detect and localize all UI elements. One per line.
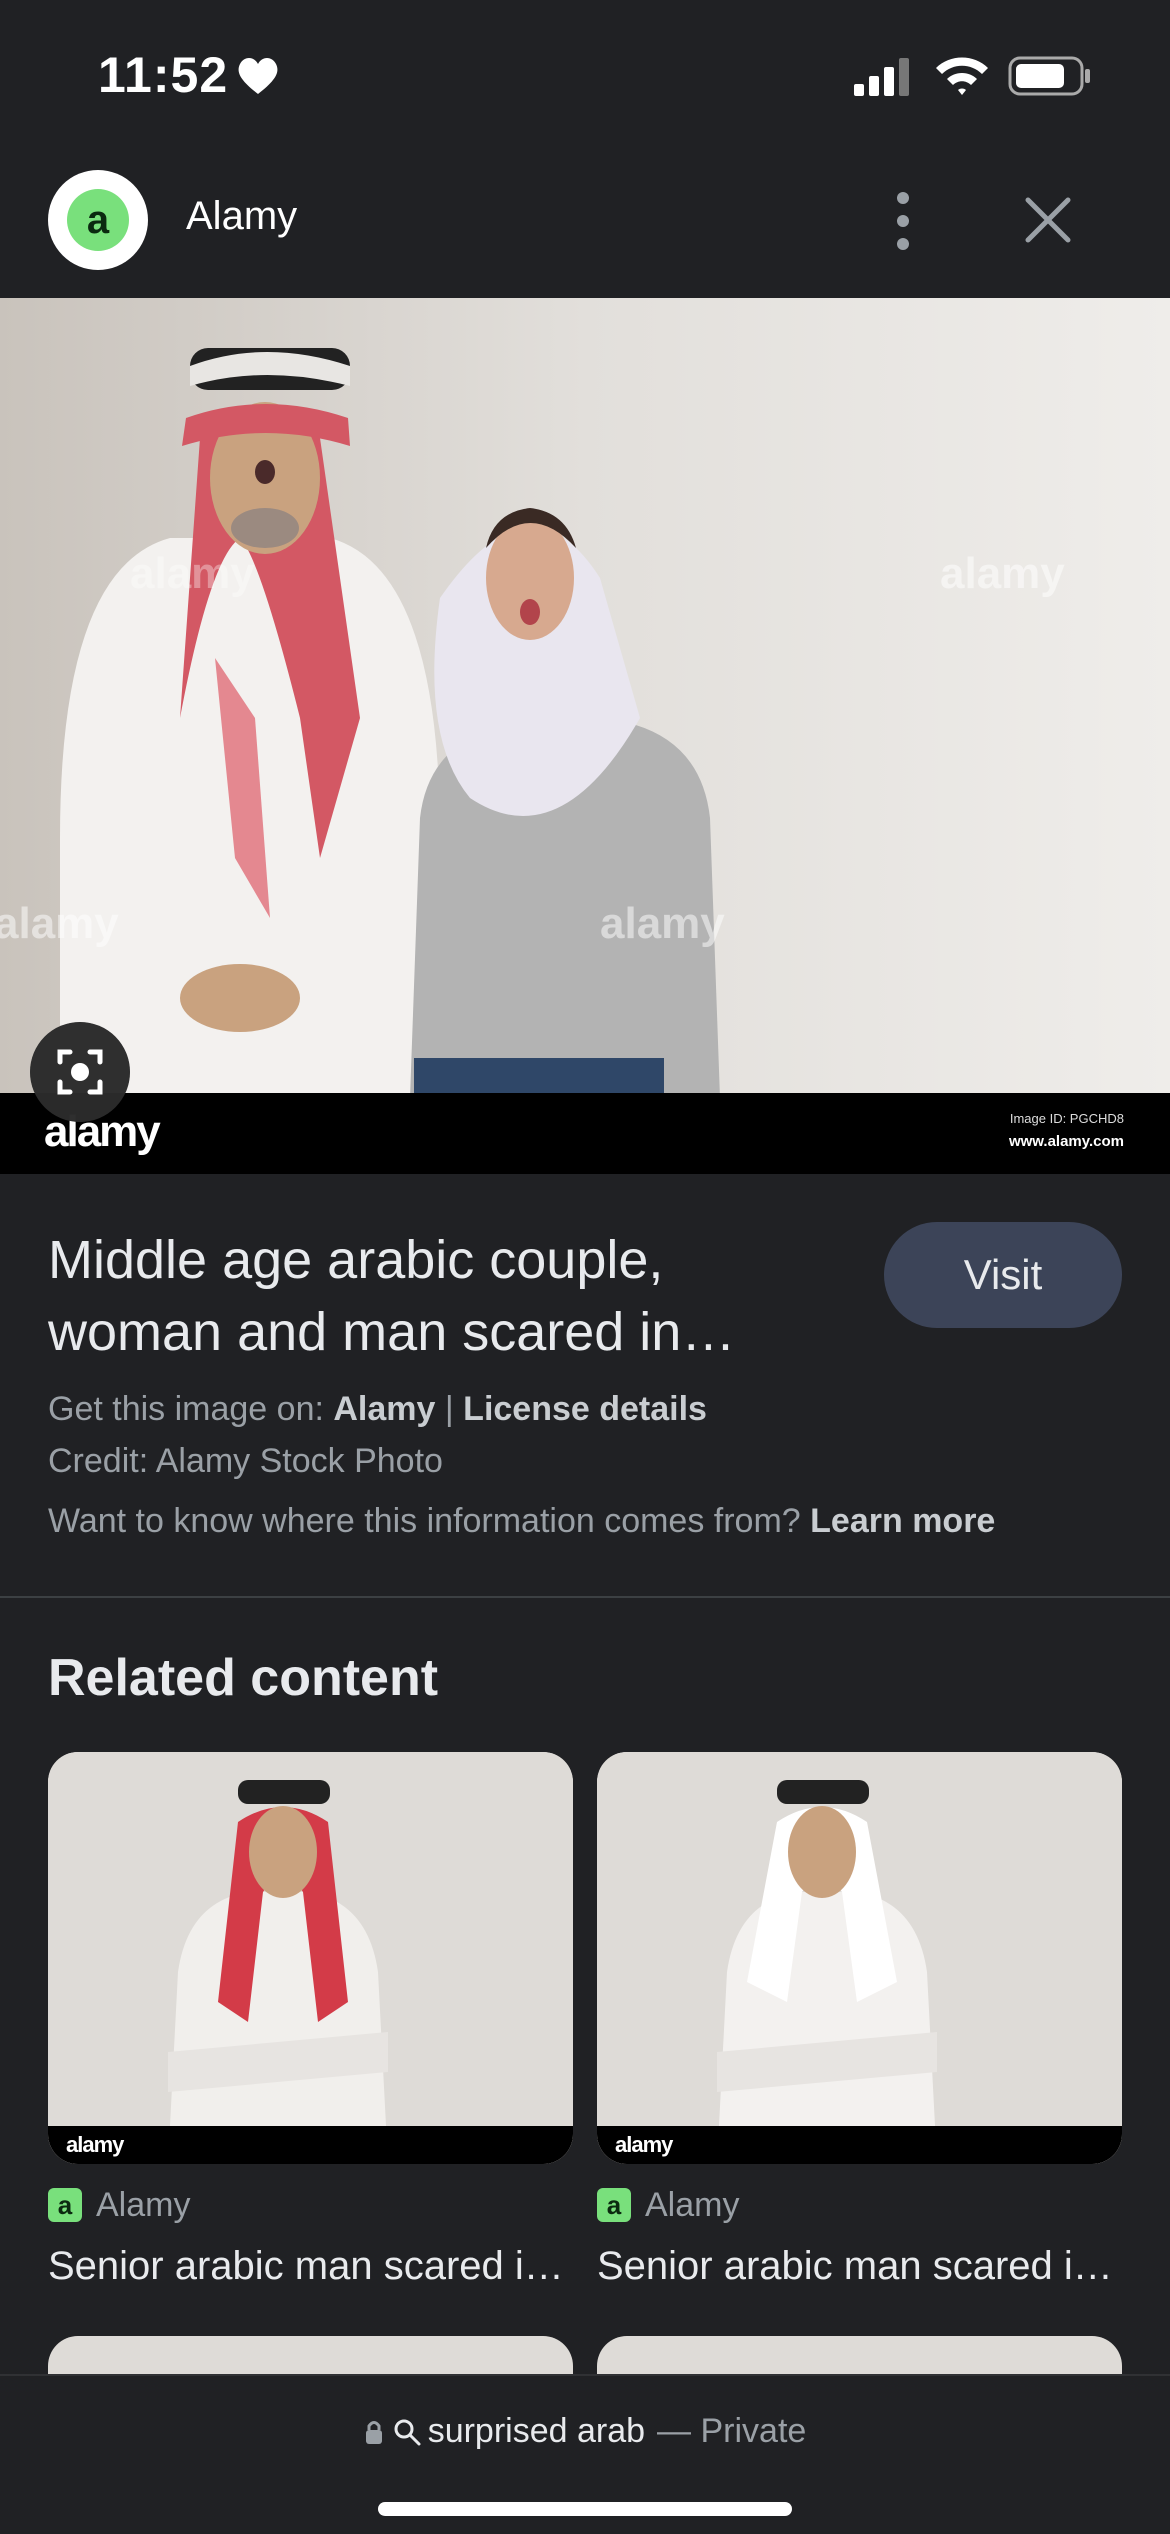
source-prefix: Get this image on: <box>48 1390 334 1428</box>
battery-icon <box>1008 56 1090 96</box>
private-mode-label: — Private <box>657 2412 807 2450</box>
search-icon <box>394 2419 421 2445</box>
alamy-favicon-icon: a <box>48 2188 82 2222</box>
cellular-signal-icon <box>854 58 909 96</box>
thumbnail-watermark-bar: alamy <box>597 2126 1122 2164</box>
credit-line: Credit: Alamy Stock Photo <box>48 1442 443 1480</box>
related-content-heading: Related content <box>48 1649 439 1707</box>
lock-icon <box>365 2420 382 2444</box>
viewer-header: a Alamy <box>0 150 1170 298</box>
browser-url-bar[interactable]: surprised arab — Private <box>0 2374 1170 2534</box>
related-thumbnail[interactable]: alamy <box>48 1752 573 2164</box>
svg-text:alamy: alamy <box>130 549 255 598</box>
search-query: surprised arab <box>427 2412 646 2450</box>
home-indicator[interactable] <box>378 2502 792 2516</box>
source-separator: | <box>435 1390 464 1428</box>
related-photo <box>597 1752 1122 2164</box>
related-card[interactable]: alamy a Alamy Senior arabic man scared i… <box>48 1752 573 2288</box>
thumbnail-watermark-logo: alamy <box>66 2132 124 2157</box>
thumbnail-watermark-logo: alamy <box>615 2132 673 2157</box>
section-divider <box>0 1596 1170 1598</box>
watermark-bar: alamy Image ID: PGCHD8 www.alamy.com <box>0 1093 1170 1174</box>
learn-more-link[interactable]: Learn more <box>810 1502 995 1540</box>
source-link[interactable]: Alamy <box>333 1390 435 1428</box>
site-name[interactable]: Alamy <box>186 194 297 239</box>
svg-text:alamy: alamy <box>600 899 725 948</box>
related-caption[interactable]: Senior arabic man scared in… <box>48 2244 573 2289</box>
main-image[interactable]: alamy alamy alamy alamy alamy Image ID: … <box>0 298 1170 1174</box>
related-caption[interactable]: Senior arabic man scared in… <box>597 2244 1122 2289</box>
image-title[interactable]: Middle age arabic couple, woman and man … <box>48 1224 808 1368</box>
source-line: Get this image on: Alamy | License detai… <box>48 1390 707 1429</box>
image-id-label: Image ID: PGCHD8 <box>1009 1111 1124 1126</box>
info-question: Want to know where this information come… <box>48 1502 811 1540</box>
watermark-url: www.alamy.com <box>1008 1133 1124 1150</box>
alamy-favicon-icon: a <box>597 2188 631 2222</box>
license-details-link[interactable]: License details <box>463 1390 707 1428</box>
lens-search-icon[interactable] <box>30 1022 130 1122</box>
info-question-line: Want to know where this information come… <box>48 1502 995 1541</box>
related-thumbnail[interactable]: alamy <box>597 1752 1122 2164</box>
status-time: 11:52 <box>98 47 229 103</box>
status-bar: 11:52 <box>0 0 1170 150</box>
site-favicon-letter: a <box>67 189 129 251</box>
related-card[interactable]: alamy a Alamy Senior arabic man scared i… <box>597 1752 1122 2288</box>
url-field[interactable]: surprised arab — Private <box>0 2412 1170 2451</box>
more-options-icon[interactable] <box>880 186 926 256</box>
related-source-label: Alamy <box>96 2186 191 2224</box>
close-icon[interactable] <box>1018 190 1078 250</box>
svg-text:alamy: alamy <box>940 549 1065 598</box>
related-source-label: Alamy <box>645 2186 740 2224</box>
thumbnail-watermark-bar: alamy <box>48 2126 573 2164</box>
heart-icon <box>238 58 278 94</box>
svg-text:alamy: alamy <box>0 899 119 948</box>
couple-photo: alamy alamy alamy alamy <box>0 298 1170 1098</box>
wifi-icon <box>936 57 988 95</box>
site-favicon: a <box>48 170 148 270</box>
visit-button[interactable]: Visit <box>884 1222 1122 1328</box>
image-info: Middle age arabic couple, woman and man … <box>0 1174 1170 1596</box>
related-photo <box>48 1752 573 2164</box>
